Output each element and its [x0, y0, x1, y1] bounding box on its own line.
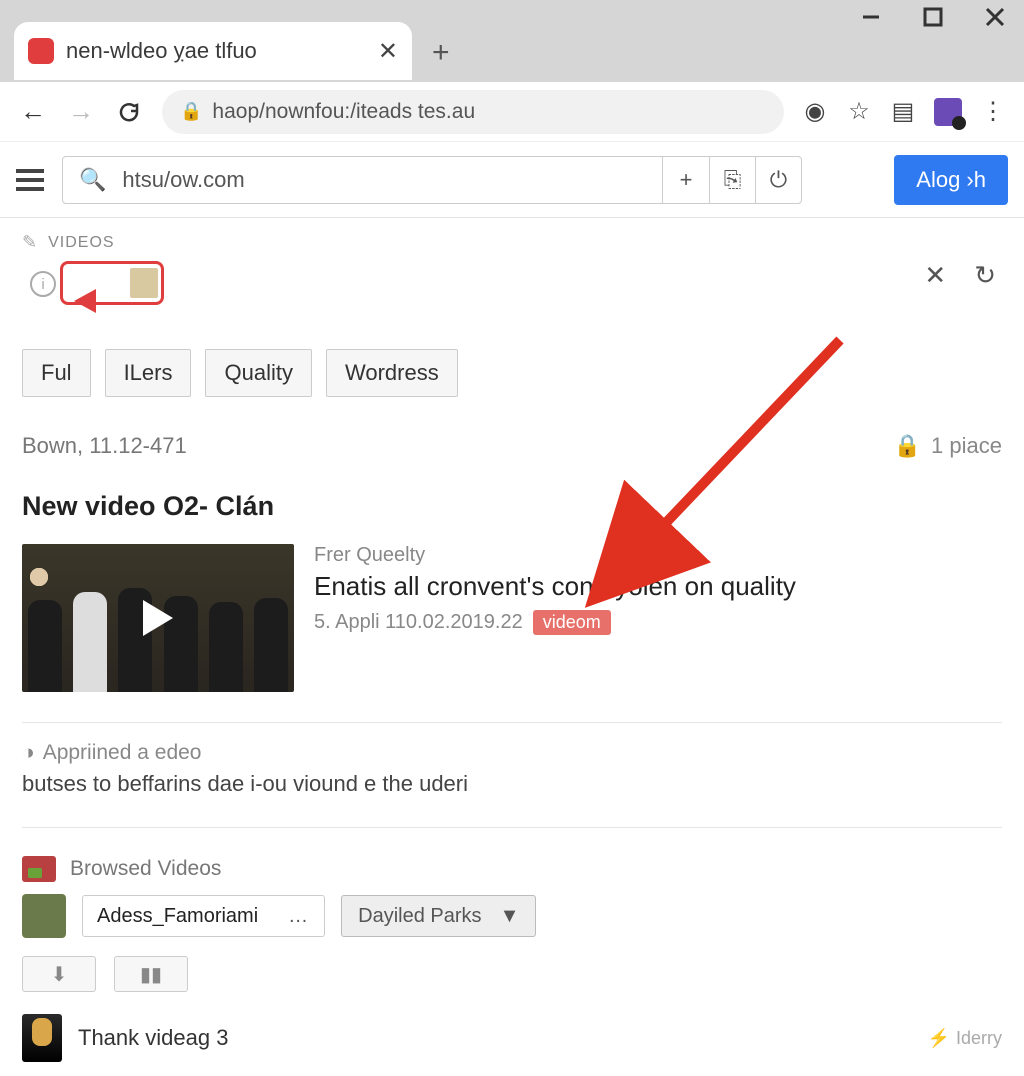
- thank-row: Thank videag 3 ⚡ Iderry: [22, 1014, 1002, 1062]
- window-close-icon[interactable]: [984, 6, 1006, 28]
- star-icon[interactable]: ☆: [846, 99, 872, 125]
- columns-button[interactable]: ▮▮: [114, 956, 188, 992]
- meta-row: Bown, 11.12-471 🔒 1 piace: [22, 433, 1002, 459]
- app-toolbar: 🔍 htsu/ow.com + ⎘ ⏻ Alog ›h: [0, 142, 1024, 218]
- search-input[interactable]: htsu/ow.com: [122, 167, 662, 193]
- clipboard-icon[interactable]: ⎘: [709, 157, 755, 203]
- pencil-icon[interactable]: ✎: [22, 232, 38, 253]
- approved-label: Appriined a edeo: [43, 741, 202, 765]
- approved-text: butses to beffarins dae i-ou viound e th…: [22, 771, 1002, 797]
- window-maximize-icon[interactable]: [922, 6, 944, 28]
- back-button[interactable]: ←: [18, 97, 48, 127]
- window-minimize-icon[interactable]: [860, 6, 882, 28]
- thumbnail-strip: i: [22, 261, 1002, 311]
- extension-icon[interactable]: [934, 98, 962, 126]
- browsed-input[interactable]: Adess_Famoriami …: [82, 895, 325, 937]
- video-tag: videom: [533, 610, 611, 635]
- address-bar: ← → 🔒 haop/nownfou:/iteads tes.au ◉ ☆ ▤ …: [0, 82, 1024, 142]
- url-text: haop/nownfou:/iteads tes.au: [212, 100, 475, 124]
- browsed-input-text: Adess_Famoriami: [97, 905, 258, 928]
- browsed-dropdown[interactable]: Dayiled Parks ▼: [341, 895, 536, 937]
- section-label: ✎ VIDEOS: [22, 232, 1002, 253]
- filter-wordress[interactable]: Wordress: [326, 349, 458, 397]
- browsed-thumb-icon: [22, 856, 56, 882]
- section-label-text: VIDEOS: [48, 234, 114, 252]
- power-icon[interactable]: ⏻: [755, 157, 801, 203]
- add-icon[interactable]: +: [663, 157, 709, 203]
- more-icon[interactable]: …: [288, 905, 310, 928]
- browser-menu-icon[interactable]: ⋮: [980, 99, 1006, 125]
- filter-ful[interactable]: Ful: [22, 349, 91, 397]
- filter-row: Ful ILers Quality Wordress: [22, 349, 1002, 397]
- video-date: 5. Appli 110.02.2019.22: [314, 611, 523, 634]
- tab-favicon-icon: [28, 38, 54, 64]
- download-button[interactable]: ⬇: [22, 956, 96, 992]
- video-meta: Frer Queelty Enatis all cronvent's cone …: [314, 544, 1002, 692]
- main-content: ✎ VIDEOS i Ful ILers Quality Wordress Bo…: [0, 218, 1024, 1076]
- iderry-text: Iderry: [956, 1028, 1002, 1049]
- dropdown-label: Dayiled Parks: [358, 905, 481, 928]
- lock-icon: 🔒: [894, 433, 921, 459]
- chevron-down-icon: ▼: [500, 905, 520, 928]
- user-avatar[interactable]: [22, 894, 66, 938]
- new-tab-button[interactable]: +: [432, 36, 450, 70]
- meta-left: Bown, 11.12-471: [22, 433, 187, 459]
- info-icon[interactable]: i: [30, 271, 56, 297]
- callout-arrow-small-icon: [74, 289, 96, 313]
- browsed-header-text: Browsed Videos: [70, 857, 221, 881]
- hamburger-menu-icon[interactable]: [16, 169, 44, 191]
- video-overline: Frer Queelty: [314, 544, 1002, 567]
- url-field[interactable]: 🔒 haop/nownfou:/iteads tes.au: [162, 90, 784, 134]
- browsed-section: Browsed Videos Adess_Famoriami … Dayiled…: [22, 856, 1002, 1062]
- browser-tab[interactable]: nen-wldeo ỵae tlfuo ✕: [14, 22, 412, 80]
- bolt-icon: ⚡: [928, 1028, 950, 1049]
- globe-icon: ◑: [22, 741, 35, 765]
- lock-icon: 🔒: [180, 101, 202, 122]
- video-title[interactable]: Enatis all cronvent's cone yolen on qual…: [314, 571, 1002, 602]
- browser-tab-strip: nen-wldeo ỵae tlfuo ✕ +: [0, 0, 1024, 82]
- filter-ilers[interactable]: ILers: [105, 349, 192, 397]
- tab-close-icon[interactable]: ✕: [378, 37, 398, 66]
- search-icon: 🔍: [63, 167, 122, 193]
- play-icon: [143, 600, 173, 636]
- reload-button[interactable]: [114, 97, 144, 127]
- reader-icon[interactable]: ▤: [890, 99, 916, 125]
- approved-section: ◑ Appriined a edeo butses to beffarins d…: [22, 741, 1002, 797]
- login-button[interactable]: Alog ›h: [894, 155, 1008, 205]
- video-item[interactable]: Frer Queelty Enatis all cronvent's cone …: [22, 544, 1002, 692]
- place-count: 1 piace: [931, 433, 1002, 459]
- app-search-box[interactable]: 🔍 htsu/ow.com + ⎘ ⏻: [62, 156, 802, 204]
- forward-button: →: [66, 97, 96, 127]
- section-heading: New video O2- Clán: [22, 491, 1002, 522]
- filter-quality[interactable]: Quality: [205, 349, 311, 397]
- camera-icon[interactable]: ◉: [802, 99, 828, 125]
- video-thumbnail[interactable]: [22, 544, 294, 692]
- thank-text: Thank videag 3: [78, 1025, 228, 1051]
- tab-title: nen-wldeo ỵae tlfuo: [66, 38, 370, 64]
- commenter-avatar[interactable]: [22, 1014, 62, 1062]
